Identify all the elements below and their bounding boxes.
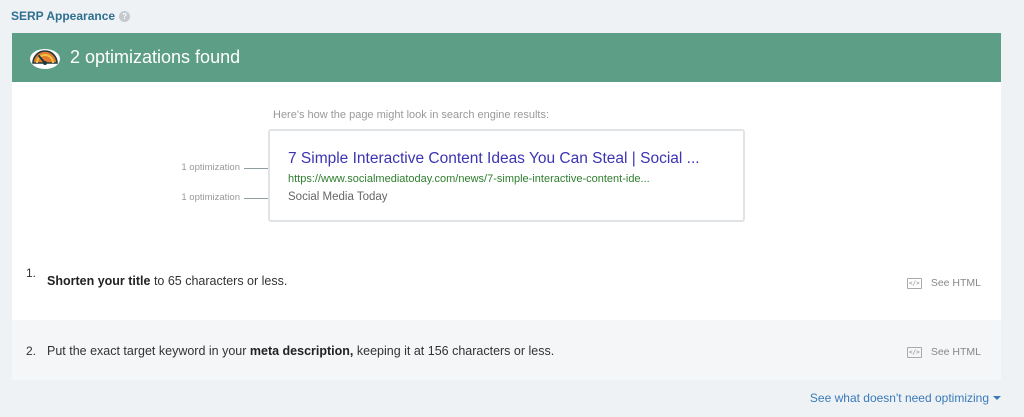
optimization-number: 1. (26, 266, 37, 280)
optimization-pre: Put the exact target keyword in your (47, 344, 250, 358)
see-html-label: See HTML (930, 346, 981, 358)
code-icon: </> (906, 277, 922, 289)
optimization-number: 2. (26, 344, 37, 358)
optimization-text: Put the exact target keyword in your met… (47, 344, 554, 358)
banner-title: 2 optimizations found (70, 47, 241, 67)
optimization-bold: meta description, (249, 344, 354, 358)
code-icon: </> (906, 346, 922, 358)
serp-result-url: https://www.socialmediatoday.com/news/7-… (288, 173, 650, 185)
preview-caption: Here's how the page might look in search… (273, 109, 550, 121)
serp-card: 2 optimizations found Here's how the pag… (12, 33, 1001, 380)
serp-result-site: Social Media Today (288, 191, 388, 203)
optimization-bold: Shorten your title (47, 274, 151, 288)
serp-result-box: 7 Simple Interactive Content Ideas You C… (268, 129, 745, 222)
see-html-button[interactable]: </> See HTML (906, 277, 981, 289)
optimization-rest: to 65 characters or less. (150, 274, 288, 288)
section-title-text: SERP Appearance (11, 9, 116, 23)
serp-result-title[interactable]: 7 Simple Interactive Content Ideas You C… (288, 150, 700, 168)
site-optimization-label: 1 optimization (181, 192, 240, 203)
chevron-down-icon (993, 396, 1001, 400)
optimizations-banner: 2 optimizations found (12, 33, 1001, 82)
help-icon[interactable]: ? (119, 10, 131, 22)
optimization-rest: keeping it at 156 characters or less. (353, 344, 555, 358)
optimization-item: 1. Shorten your title to 65 characters o… (12, 242, 1001, 320)
optimization-text: Shorten your title to 65 characters or l… (47, 274, 287, 288)
see-html-button[interactable]: </> See HTML (906, 346, 981, 358)
serp-preview: Here's how the page might look in search… (12, 82, 1001, 242)
see-html-label: See HTML (930, 277, 981, 289)
section-title: SERP Appearance ? (11, 9, 131, 23)
see-non-optimized-label: See what doesn't need optimizing (809, 391, 989, 405)
gauge-icon (30, 48, 60, 69)
title-optimization-label: 1 optimization (181, 162, 240, 173)
see-non-optimized-link[interactable]: See what doesn't need optimizing (810, 391, 1001, 405)
optimization-item: 2. Put the exact target keyword in your … (12, 320, 1001, 380)
